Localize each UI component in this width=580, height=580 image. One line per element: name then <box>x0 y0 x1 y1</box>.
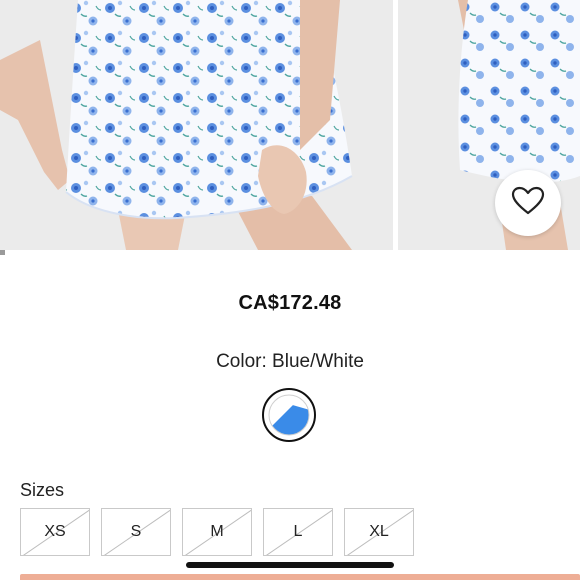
color-swatch-fill <box>268 394 310 436</box>
add-to-bag-button[interactable] <box>20 574 580 580</box>
wishlist-button[interactable] <box>495 170 561 236</box>
size-option-xl[interactable]: XL <box>344 508 414 556</box>
size-option-m[interactable]: M <box>182 508 252 556</box>
sizes-label: Sizes <box>20 480 65 500</box>
home-indicator[interactable] <box>186 562 394 568</box>
product-page: CA$172.48 Color: Blue/White Sizes XS S M… <box>0 0 580 580</box>
product-photo-main[interactable] <box>0 0 393 250</box>
size-option-l[interactable]: L <box>263 508 333 556</box>
heart-outline-icon <box>511 186 545 221</box>
gallery-indicator-dot <box>0 250 5 255</box>
size-label: L <box>293 523 303 540</box>
color-value: Blue/White <box>272 351 364 372</box>
product-price: CA$172.48 <box>238 292 342 314</box>
color-swatch-blue-white[interactable] <box>262 388 316 442</box>
size-option-s[interactable]: S <box>101 508 171 556</box>
size-label: S <box>130 523 142 540</box>
size-label: M <box>210 523 224 540</box>
color-selection-label: Color: Blue/White <box>0 351 580 373</box>
size-label: XL <box>369 523 389 540</box>
size-label: XS <box>44 523 66 540</box>
color-label: Color: <box>216 351 267 372</box>
product-image-gallery[interactable] <box>0 0 580 255</box>
size-option-xs[interactable]: XS <box>20 508 90 556</box>
